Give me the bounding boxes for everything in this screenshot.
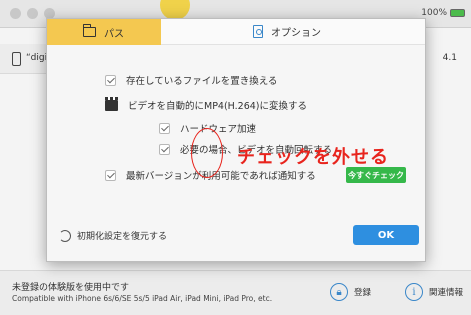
restore-defaults-label: 初期化設定を復元する	[77, 232, 168, 242]
option-replace-existing: 存在しているファイルを置き換える	[105, 73, 277, 87]
close-window-button[interactable]	[10, 8, 21, 19]
tab-path[interactable]: パス	[47, 19, 161, 45]
preferences-dialog: パス オプション 存在しているファイルを置き換える ビデオを自動的にMP4(H.…	[46, 18, 426, 262]
dialog-tabs: パス オプション	[47, 19, 425, 45]
phone-icon	[12, 52, 21, 66]
video-clapper-icon	[105, 96, 118, 111]
device-version: 4.1	[442, 53, 457, 63]
restore-defaults-link[interactable]: 初期化設定を復元する	[59, 229, 167, 242]
convert-mp4-label: ビデオを自動的にMP4(H.264)に変換する	[128, 101, 308, 112]
battery-icon	[450, 9, 465, 17]
device-name: “digi	[26, 53, 48, 63]
about-label: 関連情報	[429, 288, 464, 298]
notify-update-checkbox[interactable]	[105, 169, 116, 181]
lock-icon: 🔒︎	[330, 283, 348, 301]
option-convert-mp4: ビデオを自動的にMP4(H.264)に変換する	[105, 96, 308, 112]
annotation-text: チェックを外せる	[237, 147, 389, 168]
replace-existing-label: 存在しているファイルを置き換える	[126, 76, 278, 87]
notify-update-label: 最新バージョンが利用可能であれば通知する	[126, 171, 316, 182]
battery-percent: 100%	[421, 8, 447, 18]
check-now-button[interactable]: 今すぐチェック	[346, 167, 406, 183]
tab-options[interactable]: オプション	[161, 19, 425, 45]
minimize-window-button[interactable]	[27, 8, 38, 19]
document-icon	[253, 25, 263, 38]
trial-notice: 未登録の体験版を使用中です	[12, 283, 130, 293]
footer: 未登録の体験版を使用中です Compatible with iPhone 6s/…	[0, 270, 471, 315]
tab-options-label: オプション	[271, 28, 321, 39]
restore-icon	[59, 229, 71, 242]
highlight-circle	[191, 128, 223, 178]
ok-button[interactable]: OK	[353, 225, 419, 245]
hardware-accel-checkbox[interactable]	[159, 122, 170, 134]
about-button[interactable]: i 関連情報	[405, 283, 463, 301]
compatibility-text: Compatible with iPhone 6s/6/SE 5s/5 iPad…	[12, 294, 273, 303]
replace-existing-checkbox[interactable]	[105, 74, 116, 86]
rotate-video-checkbox[interactable]	[159, 143, 170, 155]
info-icon: i	[405, 283, 423, 301]
app-logo-icon	[160, 0, 190, 20]
register-button[interactable]: 🔒︎ 登録	[330, 283, 371, 301]
folder-icon	[83, 24, 96, 37]
register-label: 登録	[354, 288, 372, 298]
hardware-accel-label: ハードウェア加速	[180, 124, 257, 135]
tab-path-label: パス	[104, 28, 124, 40]
